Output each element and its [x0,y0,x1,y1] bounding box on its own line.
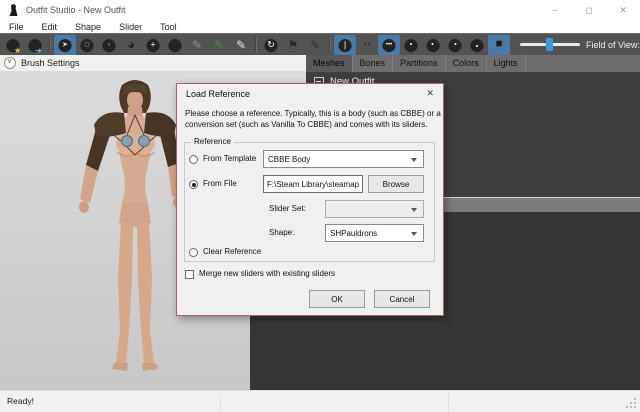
status-text: Ready! [7,396,34,406]
dialog-title: Load Reference [186,89,250,99]
tab-meshes[interactable]: Meshes [306,55,353,72]
brush-settings-header[interactable]: Brush Settings [0,55,306,71]
outfit-studio-window: Outfit Studio - New Outfit – ◻ ✕ File Ed… [0,0,640,412]
dialog-description-line1: Please choose a reference. Typically, th… [185,109,441,118]
from-template-radio[interactable] [189,155,198,164]
cancel-button[interactable]: Cancel [374,290,430,308]
title-bar: Outfit Studio - New Outfit – ◻ ✕ [0,0,640,20]
status-separator [220,394,221,410]
connected-only-toggle-icon[interactable] [356,35,378,55]
menu-edit[interactable]: Edit [33,22,67,32]
load-project-icon[interactable] [2,35,24,55]
minimize-button[interactable]: – [538,0,572,20]
chevron-down-icon [4,57,16,69]
brush-preset-4-icon[interactable] [466,35,488,55]
slider-set-dropdown[interactable] [325,200,424,218]
menu-slider[interactable]: Slider [110,22,151,32]
maximize-button[interactable]: ◻ [572,0,606,20]
x-mirror-toggle-icon[interactable] [334,35,356,55]
alpha-brush-icon[interactable] [230,35,252,55]
status-bar: Ready! [0,390,640,412]
global-collision-toggle-icon[interactable] [378,35,400,55]
status-separator [448,394,449,410]
app-icon [8,4,19,17]
dialog-description-line2: conversion set (such as Vanilla To CBBE)… [185,120,427,129]
brush-settings-label: Brush Settings [21,58,80,68]
from-file-label: From File [203,179,237,188]
move-brush-icon[interactable] [142,35,164,55]
menu-tool[interactable]: Tool [151,22,186,32]
window-title: Outfit Studio - New Outfit [26,5,126,15]
tab-partitions[interactable]: Partitions [393,55,446,72]
browse-button[interactable]: Browse [368,175,424,193]
toolbar: Field of View: 65 [0,33,640,55]
textured-view-toggle-icon[interactable] [488,35,510,55]
from-file-radio[interactable] [189,180,198,189]
select-brush-icon[interactable] [76,35,98,55]
shape-dropdown-value: SHPauldrons [330,229,377,238]
close-button[interactable]: ✕ [606,0,640,20]
clear-reference-label: Clear Reference [203,247,261,256]
toolbar-separator [49,37,51,52]
shape-dropdown[interactable]: SHPauldrons [325,224,424,242]
transform-tool-icon[interactable] [260,35,282,55]
reference-group-label: Reference [191,137,234,146]
right-panel-tabs: Meshes Bones Partitions Colors Lights [306,55,640,72]
clear-reference-radio[interactable] [189,248,198,257]
from-template-label: From Template [203,154,256,163]
slider-handle[interactable] [546,38,553,51]
toolbar-separator [329,37,331,52]
dialog-close-icon[interactable]: ✕ [426,88,434,99]
brush-preset-3-icon[interactable] [444,35,466,55]
ok-button[interactable]: OK [309,290,365,308]
menu-file[interactable]: File [0,22,33,32]
load-reference-dialog: Load Reference ✕ Please choose a referen… [176,83,444,316]
pin-tool-icon[interactable] [282,35,304,55]
brush-preset-2-icon[interactable] [422,35,444,55]
weight-brush-icon[interactable] [186,35,208,55]
field-of-view-label: Field of View: 65 [586,40,640,50]
menu-shape[interactable]: Shape [66,22,110,32]
inflate-brush-icon[interactable] [98,35,120,55]
file-path-input[interactable] [263,175,363,193]
vertex-edit-tool-icon[interactable] [304,35,326,55]
load-reference-icon[interactable] [24,35,46,55]
dialog-title-bar[interactable]: Load Reference ✕ [177,84,443,104]
tab-lights[interactable]: Lights [487,55,526,72]
shape-label: Shape: [269,228,294,237]
field-of-view-slider[interactable] [520,43,580,46]
mask-brush-icon[interactable] [54,35,76,55]
color-brush-icon[interactable] [208,35,230,55]
template-dropdown-value: CBBE Body [268,155,310,164]
merge-sliders-checkbox[interactable] [185,270,194,279]
brush-preset-1-icon[interactable] [400,35,422,55]
smooth-brush-icon[interactable] [164,35,186,55]
resize-grip[interactable] [634,406,636,408]
deflate-brush-icon[interactable] [120,35,142,55]
menu-bar: File Edit Shape Slider Tool [0,20,640,33]
tab-bones[interactable]: Bones [353,55,394,72]
slider-set-label: Slider Set: [269,204,306,213]
merge-sliders-label: Merge new sliders with existing sliders [199,269,335,278]
template-dropdown[interactable]: CBBE Body [263,150,424,168]
toolbar-separator [255,37,257,52]
tab-colors[interactable]: Colors [446,55,487,72]
